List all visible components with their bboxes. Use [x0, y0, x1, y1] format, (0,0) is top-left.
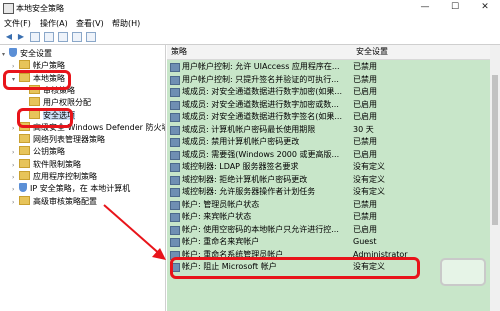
watermark-logo	[440, 258, 486, 286]
annotation-arrow	[103, 204, 166, 260]
